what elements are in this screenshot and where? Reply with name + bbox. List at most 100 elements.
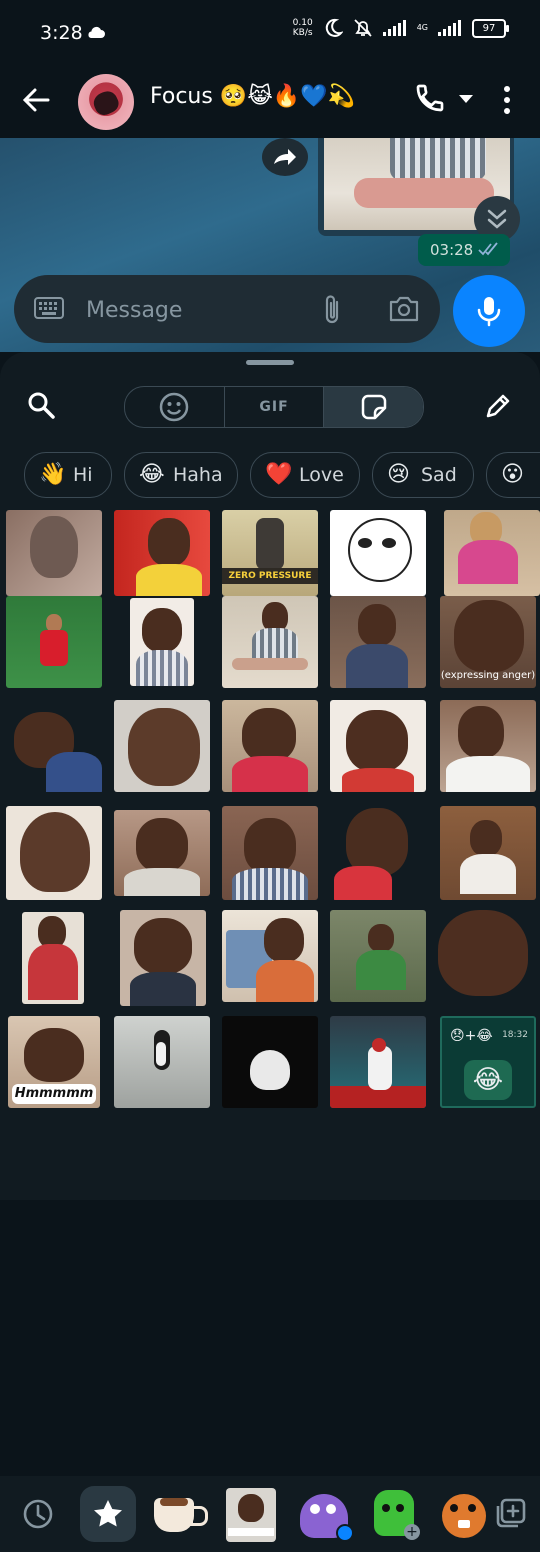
sticker-item[interactable] — [222, 596, 318, 688]
forward-button[interactable] — [262, 138, 308, 176]
chat-area: 03:28 — [0, 138, 540, 352]
sticker-item[interactable]: Hmmmmm — [8, 1016, 100, 1108]
sticker-grid: ZERO PRESSURE (expressing anger) Hmmmmm … — [0, 510, 540, 1125]
sad-emoji-icon: 😢 — [387, 462, 410, 487]
search-icon[interactable] — [26, 390, 56, 420]
chip-love[interactable]: ❤️ Love — [250, 452, 360, 498]
sticker-item[interactable] — [330, 700, 426, 792]
sticker-item[interactable] — [330, 910, 426, 1002]
tab-stickers[interactable] — [324, 387, 423, 427]
sticker-item[interactable] — [6, 806, 102, 900]
sticker-item[interactable] — [22, 912, 84, 1004]
status-time: 3:28 — [40, 22, 83, 44]
sticker-item[interactable] — [444, 510, 540, 596]
tab-gif[interactable]: GIF — [225, 387, 325, 427]
chip-hi[interactable]: 👋 Hi — [24, 452, 112, 498]
chat-screenshot-emojis: 😞+😂 — [450, 1028, 493, 1044]
more-vert-icon[interactable] — [500, 84, 514, 116]
drag-handle[interactable] — [246, 360, 294, 365]
cloud-icon — [88, 26, 105, 38]
hand-sticker[interactable]: + — [366, 1486, 422, 1542]
chip-sad[interactable]: 😢 Sad — [372, 452, 474, 498]
panel-tabs: GIF — [124, 386, 424, 428]
sticker-pack-tray: + — [0, 1476, 540, 1552]
wave-emoji-icon: 👋 — [39, 462, 67, 487]
chip-haha[interactable]: 😂 Haha — [124, 452, 238, 498]
sticker-item[interactable] — [120, 910, 206, 1006]
signal-icon — [382, 20, 406, 36]
contact-name[interactable]: Focus 🥺😹🔥💙💫 — [150, 84, 355, 109]
sticker-item[interactable] — [222, 806, 318, 900]
mic-icon — [477, 297, 501, 327]
phone-icon[interactable] — [414, 82, 446, 114]
monster-sticker[interactable] — [296, 1486, 354, 1542]
bell-off-icon — [354, 19, 372, 37]
favorites-tab[interactable] — [80, 1486, 136, 1542]
chat-header: Focus 🥺😹🔥💙💫 — [0, 68, 540, 138]
sticker-caption: (expressing anger) — [440, 670, 536, 681]
sticker-panel: GIF 👋 Hi 😂 Haha ❤️ Love 😢 Sad 😮 ZERO PRE… — [0, 352, 540, 1552]
status-bar: 3:28 0.10 KB/s 4G 97 — [0, 0, 540, 68]
sticker-item[interactable] — [6, 702, 102, 794]
caret-down-icon[interactable] — [458, 94, 474, 104]
message-input[interactable] — [84, 287, 308, 333]
edit-pencil-icon[interactable] — [484, 392, 512, 420]
laughing-emoji-icon: 😂 — [139, 462, 165, 487]
sticker-icon — [361, 394, 386, 420]
camera-icon[interactable] — [388, 295, 420, 323]
chip-label: Haha — [173, 464, 223, 486]
sticker-item[interactable] — [440, 806, 536, 900]
pack-sticker[interactable] — [226, 1488, 276, 1542]
sticker-item[interactable]: 😞+😂 18:32 😂 — [440, 1016, 536, 1108]
message-meta: 03:28 — [418, 234, 510, 266]
keyboard-icon[interactable] — [34, 297, 64, 319]
sticker-item[interactable] — [130, 598, 194, 686]
sticker-item[interactable] — [114, 700, 210, 792]
attach-icon[interactable] — [320, 293, 344, 327]
sticker-item[interactable] — [222, 1016, 318, 1108]
message-time: 03:28 — [430, 241, 474, 259]
chip-wow[interactable]: 😮 — [486, 452, 540, 498]
mic-button[interactable] — [453, 275, 525, 347]
sticker-item[interactable] — [330, 1016, 426, 1108]
sticker-item[interactable] — [114, 1016, 210, 1108]
chip-label: Hi — [73, 464, 93, 486]
sticker-item[interactable]: (expressing anger) — [440, 596, 536, 688]
sticker-item[interactable] — [330, 596, 426, 688]
message-composer — [14, 275, 440, 343]
recent-icon[interactable] — [10, 1486, 66, 1542]
sticker-item[interactable] — [222, 700, 318, 792]
sticker-item[interactable] — [222, 910, 318, 1002]
double-check-icon — [478, 242, 498, 256]
heart-emoji-icon: ❤️ — [265, 462, 293, 487]
sticker-item[interactable] — [114, 810, 210, 896]
laughing-emoji-icon: 😂 — [464, 1060, 512, 1100]
sticker-item[interactable] — [332, 806, 420, 900]
add-sticker-icon[interactable] — [484, 1486, 540, 1542]
sticker-item[interactable] — [330, 510, 426, 596]
avatar[interactable] — [78, 74, 134, 130]
battery-icon: 97 — [472, 18, 509, 38]
sticker-caption: Hmmmmm — [12, 1084, 96, 1104]
chip-label: Love — [299, 464, 344, 486]
tab-emoji[interactable] — [125, 387, 225, 427]
sticker-item[interactable] — [440, 700, 536, 792]
sticker-category-chips: 👋 Hi 😂 Haha ❤️ Love 😢 Sad 😮 — [0, 452, 540, 500]
forward-icon — [274, 149, 296, 165]
moon-icon — [325, 18, 343, 37]
sticker-item[interactable] — [6, 596, 102, 688]
surprised-emoji-icon: 😮 — [501, 462, 524, 487]
favorites-star-icon — [94, 1500, 122, 1527]
sticker-caption: 18:32 — [502, 1030, 528, 1040]
sticker-item[interactable] — [6, 510, 102, 596]
back-arrow-icon[interactable] — [20, 84, 52, 116]
sticker-caption: ZERO PRESSURE — [222, 568, 318, 584]
sticker-item[interactable]: ZERO PRESSURE — [222, 510, 318, 596]
net-speed: 0.10 KB/s — [292, 18, 313, 38]
emoji-icon — [160, 392, 189, 422]
tab-gif-label: GIF — [259, 399, 289, 415]
network-type: 4G — [416, 23, 428, 32]
sticker-item[interactable] — [436, 910, 534, 1002]
coffee-cup-sticker[interactable] — [150, 1486, 208, 1542]
sticker-item[interactable] — [114, 510, 210, 596]
